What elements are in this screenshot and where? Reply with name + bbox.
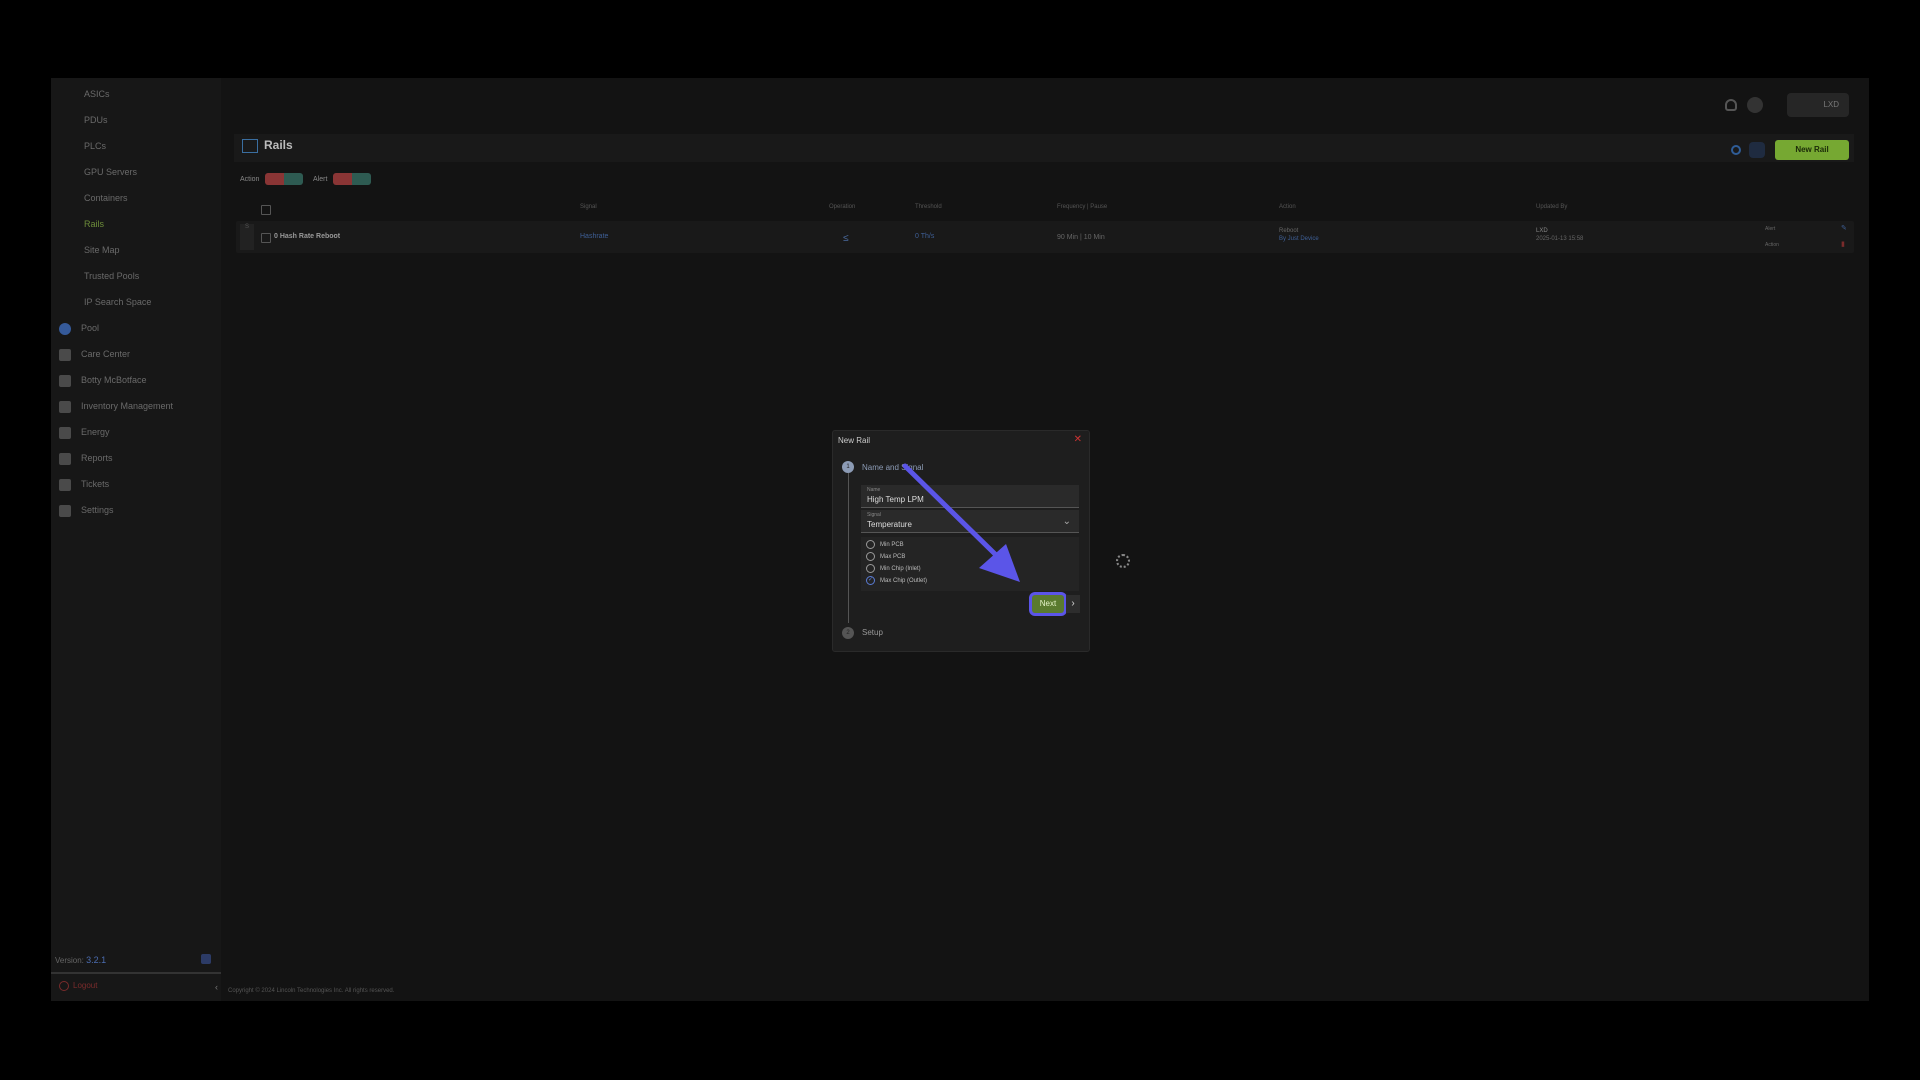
row-alert-toggle[interactable]: Alert (1765, 226, 1775, 232)
gear-icon[interactable] (1116, 554, 1130, 568)
option-min-pcb[interactable]: Min PCB (866, 540, 904, 549)
sidebar-item-tickets[interactable]: Tickets (51, 473, 109, 495)
table-row[interactable] (236, 221, 1854, 253)
rails-icon (242, 138, 258, 153)
rail-signal[interactable]: Hashrate (580, 233, 608, 240)
filter-toggles: Action Alert (240, 173, 379, 185)
rail-threshold: 0 Th/s (915, 233, 935, 240)
sidebar-item-reports[interactable]: Reports (51, 447, 113, 469)
robot-icon (59, 374, 71, 387)
option-max-pcb[interactable]: Max PCB (866, 552, 905, 561)
inventory-icon (59, 400, 71, 413)
sidebar-item-care-center[interactable]: Care Center (51, 343, 130, 365)
row-checkbox[interactable] (261, 233, 271, 243)
sidebar-item-ip-search-space[interactable]: IP Search Space (51, 291, 151, 313)
dialog-title: New Rail (838, 436, 871, 445)
select-all-checkbox[interactable] (261, 205, 271, 215)
sidebar-item-containers[interactable]: Containers (51, 187, 128, 209)
ticket-icon (59, 478, 71, 491)
rail-operation: ≤ (843, 233, 849, 244)
sidebar-item-gpu-servers[interactable]: GPU Servers (51, 161, 137, 183)
new-rail-button[interactable]: New Rail (1775, 140, 1849, 160)
step-2-label[interactable]: Setup (862, 628, 883, 637)
column-threshold: Threshold (915, 204, 942, 210)
collapse-sidebar-icon[interactable]: ‹ (215, 982, 218, 992)
alert-toggle[interactable] (333, 173, 372, 185)
column-updated-by: Updated By (1536, 204, 1568, 210)
option-max-chip-outlet[interactable]: ✓ Max Chip (Outlet) (866, 576, 927, 585)
sidebar-divider (51, 972, 221, 974)
phone-icon[interactable] (1749, 142, 1765, 158)
eye-icon[interactable] (1747, 97, 1763, 113)
sidebar-item-inventory[interactable]: Inventory Management (51, 395, 173, 417)
version-info-icon[interactable] (201, 954, 211, 964)
sidebar-item-energy[interactable]: Energy (51, 421, 110, 443)
gear-icon (59, 504, 71, 517)
rail-updated-at: 2025-01-13 15:58 (1536, 236, 1584, 242)
logout-button[interactable]: Logout (59, 981, 97, 991)
signal-select[interactable]: Signal Temperature ⌄ (861, 510, 1079, 533)
column-signal: Signal (580, 204, 597, 210)
column-frequency: Frequency | Pause (1057, 204, 1108, 210)
user-menu-button[interactable]: LXD (1787, 93, 1849, 117)
chevron-down-icon: ⌄ (1062, 516, 1071, 527)
action-toggle[interactable] (265, 173, 304, 185)
refresh-icon[interactable] (1731, 145, 1741, 155)
bell-icon[interactable] (1725, 99, 1737, 111)
row-action-toggle[interactable]: Action (1765, 242, 1779, 248)
rail-action: Reboot (1279, 228, 1299, 234)
rails-header-bar (234, 134, 1854, 162)
trash-icon[interactable]: ▮ (1841, 240, 1845, 248)
lightning-icon (59, 426, 71, 439)
sidebar-item-rails[interactable]: Rails (51, 213, 104, 235)
stepper-line (848, 473, 849, 623)
sidebar: ASICs PDUs PLCs GPU Servers Containers R… (51, 78, 221, 1001)
option-min-chip-inlet[interactable]: Min Chip (Inlet) (866, 564, 921, 573)
new-rail-dialog: New Rail ✕ 1 Name and Signal Name High T… (832, 430, 1090, 652)
name-field[interactable]: Name High Temp LPM (861, 485, 1079, 508)
rail-action-by: By Just Device (1279, 236, 1319, 242)
close-icon[interactable]: ✕ (1074, 434, 1082, 445)
sidebar-item-pdus[interactable]: PDUs (51, 109, 108, 131)
care-center-icon (59, 348, 71, 361)
next-arrow-button[interactable]: › (1066, 595, 1080, 613)
signal-options-list: Min PCB Max PCB Min Chip (Inlet) ✓ Max Ch… (861, 537, 1079, 591)
step-2-indicator: 2 (842, 627, 854, 639)
sidebar-item-plcs[interactable]: PLCs (51, 135, 106, 157)
radio-icon (866, 540, 875, 549)
power-icon (59, 981, 69, 991)
step-1-indicator: 1 (842, 461, 854, 473)
sidebar-item-pool[interactable]: Pool (51, 317, 99, 339)
sidebar-item-trusted-pools[interactable]: Trusted Pools (51, 265, 139, 287)
step-1-label[interactable]: Name and Signal (862, 463, 923, 472)
sidebar-item-settings[interactable]: Settings (51, 499, 114, 521)
rail-updated-by: LXD (1536, 228, 1548, 234)
radio-icon (866, 552, 875, 561)
checked-radio-icon: ✓ (866, 576, 875, 585)
radio-icon (866, 564, 875, 573)
sidebar-item-asics[interactable]: ASICs (51, 83, 110, 105)
page-title: Rails (242, 138, 293, 153)
rail-frequency: 90 Min | 10 Min (1057, 234, 1105, 241)
next-button[interactable]: Next (1032, 595, 1064, 613)
sidebar-item-site-map[interactable]: Site Map (51, 239, 120, 261)
sidebar-item-botty[interactable]: Botty McBotface (51, 369, 147, 391)
pool-icon (59, 322, 71, 335)
rail-name: 0 Hash Rate Reboot (274, 233, 341, 240)
row-drag-handle[interactable]: S (240, 224, 254, 250)
copyright-footer: Copyright © 2024 Lincoln Technologies In… (228, 988, 395, 994)
column-action: Action (1279, 204, 1296, 210)
column-operation: Operation (829, 204, 856, 210)
edit-icon[interactable]: ✎ (1841, 224, 1847, 232)
document-icon (59, 452, 71, 465)
version-label: Version: 3.2.1 (55, 955, 107, 965)
